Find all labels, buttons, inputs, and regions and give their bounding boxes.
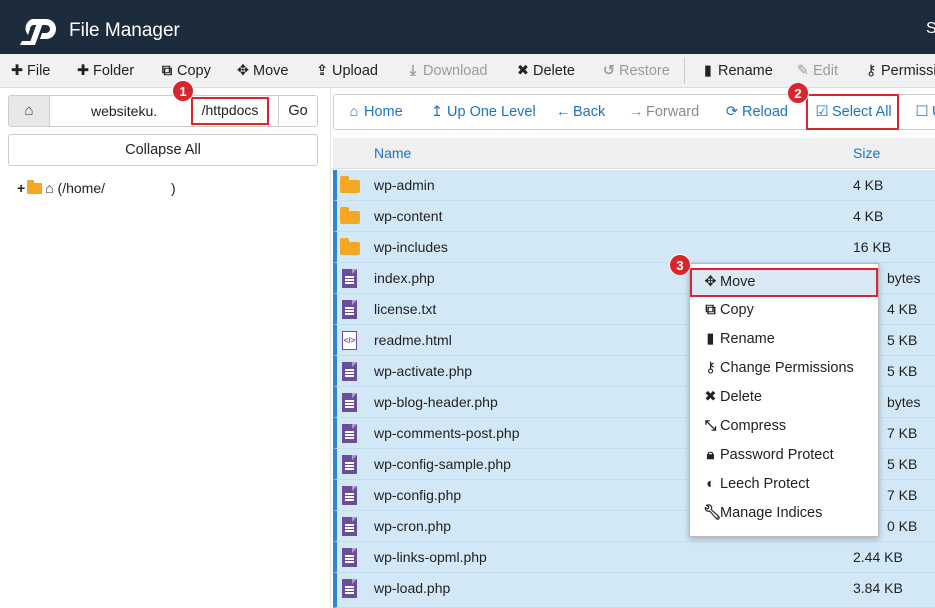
context-menu-change-permissions[interactable]: ⚷ Change Permissions (690, 354, 878, 383)
wrench-icon: 🔧︎ (703, 505, 722, 521)
folder-icon (340, 207, 360, 224)
unselect-all-button[interactable]: ☐U (915, 95, 935, 129)
shield-icon: ◐ (706, 476, 715, 492)
arrow-right-icon: → (629, 104, 644, 120)
select-all-highlight (806, 94, 899, 130)
move-button[interactable]: ✥ Move (236, 54, 289, 88)
panel-splitter[interactable] (330, 88, 331, 608)
forward-button[interactable]: → Forward (629, 95, 699, 129)
folder-icon (340, 238, 360, 255)
context-menu-rename[interactable]: ▮ Rename (690, 325, 878, 354)
file-icon (340, 300, 357, 320)
upload-button[interactable]: ⇪ Upload (315, 54, 378, 88)
restore-button[interactable]: ↺ Restore (602, 54, 670, 88)
arrow-left-icon: ← (556, 104, 571, 120)
download-button[interactable]: ⤓ Download (406, 54, 488, 88)
context-menu-leech-protect[interactable]: ◐ Leech Protect (690, 470, 878, 499)
lock-icon: 🔒︎ (706, 447, 715, 463)
reload-icon: ⟳ (725, 104, 739, 120)
plus-icon: ✚ (10, 63, 24, 79)
file-icon (340, 486, 357, 506)
reload-button[interactable]: ⟳ Reload (725, 95, 788, 129)
context-menu-move[interactable]: ✥ Move (690, 268, 878, 297)
download-icon: ⤓ (409, 63, 417, 79)
home-directory-button[interactable]: ⌂ (8, 95, 50, 127)
context-menu-copy[interactable]: ⧉ Copy (690, 296, 878, 325)
checkbox-icon: ☐ (915, 104, 929, 120)
close-icon: ✖ (516, 63, 530, 79)
file-icon (340, 548, 357, 568)
file-icon (340, 269, 357, 289)
move-icon: ✥ (236, 63, 250, 79)
context-menu-delete[interactable]: ✖ Delete (690, 383, 878, 412)
context-menu: ✥ Move ⧉ Copy ▮ Rename ⚷ Change Permissions … (689, 263, 879, 537)
file-icon (340, 362, 357, 382)
home-icon: ⌂ (24, 102, 34, 119)
context-menu-manage-indices[interactable]: 🔧︎Manage Indices (690, 499, 878, 528)
folder-icon (340, 176, 360, 193)
rename-button[interactable]: ▮ Rename (701, 54, 773, 88)
collapse-all-button[interactable]: Collapse All (8, 134, 318, 166)
move-icon: ✥ (704, 274, 717, 290)
file-icon (340, 517, 357, 537)
file-icon: ▮ (704, 63, 712, 79)
folder-icon (27, 180, 43, 194)
back-button[interactable]: ← Back (556, 95, 605, 129)
file-icon (340, 393, 357, 413)
cpanel-logo-icon (20, 19, 56, 45)
home-icon: ⌂ (349, 104, 359, 120)
file-icon (340, 579, 357, 599)
copy-icon: ⧉ (705, 302, 716, 318)
up-one-level-button[interactable]: ↥ Up One Level (430, 95, 536, 129)
expand-icon[interactable]: + (17, 180, 25, 196)
close-icon: ✖ (704, 389, 717, 405)
table-row[interactable]: wp-load.php 3.84 KB (333, 573, 935, 608)
context-menu-password-protect[interactable]: 🔒︎ Password Protect (690, 441, 878, 470)
key-icon: ⚷ (705, 360, 716, 376)
table-row[interactable]: wp-includes 16 KB (333, 232, 935, 263)
path-bar: ⌂ /httpdocs Go (8, 95, 318, 129)
undo-icon: ↺ (602, 63, 616, 79)
file-icon (340, 455, 357, 475)
app-header: File Manager S (0, 0, 935, 54)
table-row[interactable]: wp-content 4 KB (333, 201, 935, 232)
tree-root[interactable]: + ⌂ (/home/) (17, 179, 176, 197)
column-name-header[interactable]: Name (374, 138, 411, 169)
key-icon: ⚷ (865, 63, 877, 79)
compress-icon: ⤡ (704, 418, 717, 434)
column-size-header[interactable]: Size (853, 138, 880, 169)
step-badge-1: 1 (172, 80, 194, 102)
home-icon: ⌂ (45, 180, 54, 196)
new-file-button[interactable]: ✚ File (10, 54, 50, 88)
upload-icon: ⇪ (315, 63, 329, 79)
app-title: File Manager (69, 20, 180, 41)
code-file-icon: </> (340, 331, 357, 351)
go-button[interactable]: Go (278, 95, 318, 127)
permissions-button[interactable]: ⚷ Permissi (864, 54, 935, 88)
plus-icon: ✚ (76, 63, 90, 79)
nav-home-button[interactable]: ⌂ Home (347, 95, 403, 129)
user-menu[interactable]: S (926, 20, 935, 38)
file-icon: ▮ (706, 331, 715, 347)
path-input-highlight[interactable]: /httpdocs (191, 97, 269, 125)
toolbar-divider (684, 58, 685, 84)
step-badge-2: 2 (787, 82, 809, 104)
new-folder-button[interactable]: ✚ Folder (76, 54, 134, 88)
copy-icon: ⧉ (161, 63, 173, 79)
step-badge-3: 3 (669, 254, 691, 276)
arrow-up-icon: ↥ (430, 104, 444, 120)
context-menu-compress[interactable]: ⤡ Compress (690, 412, 878, 441)
table-row[interactable]: wp-admin 4 KB (333, 170, 935, 201)
file-table-header: Name Size (333, 138, 935, 169)
file-icon (340, 424, 357, 444)
delete-button[interactable]: ✖ Delete (516, 54, 575, 88)
table-row[interactable]: wp-links-opml.php 2.44 KB (333, 542, 935, 573)
